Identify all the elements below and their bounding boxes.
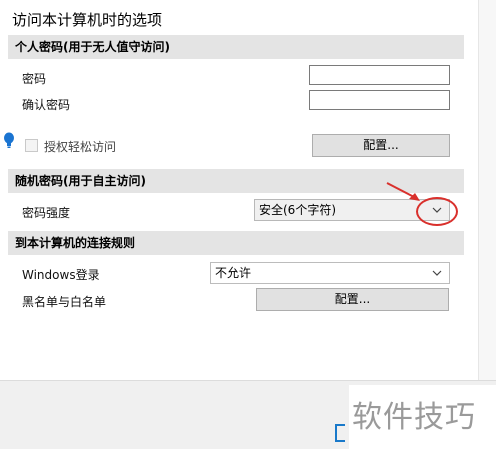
confirm-password-field[interactable] bbox=[309, 90, 450, 110]
confirm-password-label: 确认密码 bbox=[22, 98, 71, 112]
password-strength-value: 安全(6个字符) bbox=[259, 203, 336, 217]
lightbulb-icon bbox=[4, 132, 14, 148]
chevron-down-icon bbox=[432, 270, 442, 276]
footer-button-edge[interactable] bbox=[335, 424, 345, 442]
easy-access-checkbox[interactable] bbox=[25, 139, 38, 152]
section-header-connection-rules: 到本计算机的连接规则 bbox=[8, 231, 464, 255]
windows-login-select[interactable]: 不允许 bbox=[210, 262, 450, 284]
vertical-scrollbar[interactable] bbox=[478, 0, 496, 380]
password-strength-label: 密码强度 bbox=[22, 206, 71, 220]
section-header-personal-password: 个人密码(用于无人值守访问) bbox=[8, 35, 464, 59]
blacklist-whitelist-label: 黑名单与白名单 bbox=[22, 295, 107, 309]
dialog-title: 访问本计算机时的选项 bbox=[12, 11, 163, 29]
easy-access-config-button[interactable]: 配置... bbox=[312, 134, 450, 157]
password-label: 密码 bbox=[22, 72, 47, 86]
annotation-circle bbox=[416, 197, 458, 226]
watermark-text: 软件技巧 bbox=[352, 400, 476, 435]
windows-login-value: 不允许 bbox=[215, 266, 252, 280]
password-field[interactable] bbox=[309, 65, 450, 85]
windows-login-label: Windows登录 bbox=[22, 268, 100, 282]
annotation-arrow-icon bbox=[386, 182, 420, 201]
blacklist-config-button[interactable]: 配置... bbox=[256, 288, 449, 311]
easy-access-label: 授权轻松访问 bbox=[44, 140, 117, 154]
